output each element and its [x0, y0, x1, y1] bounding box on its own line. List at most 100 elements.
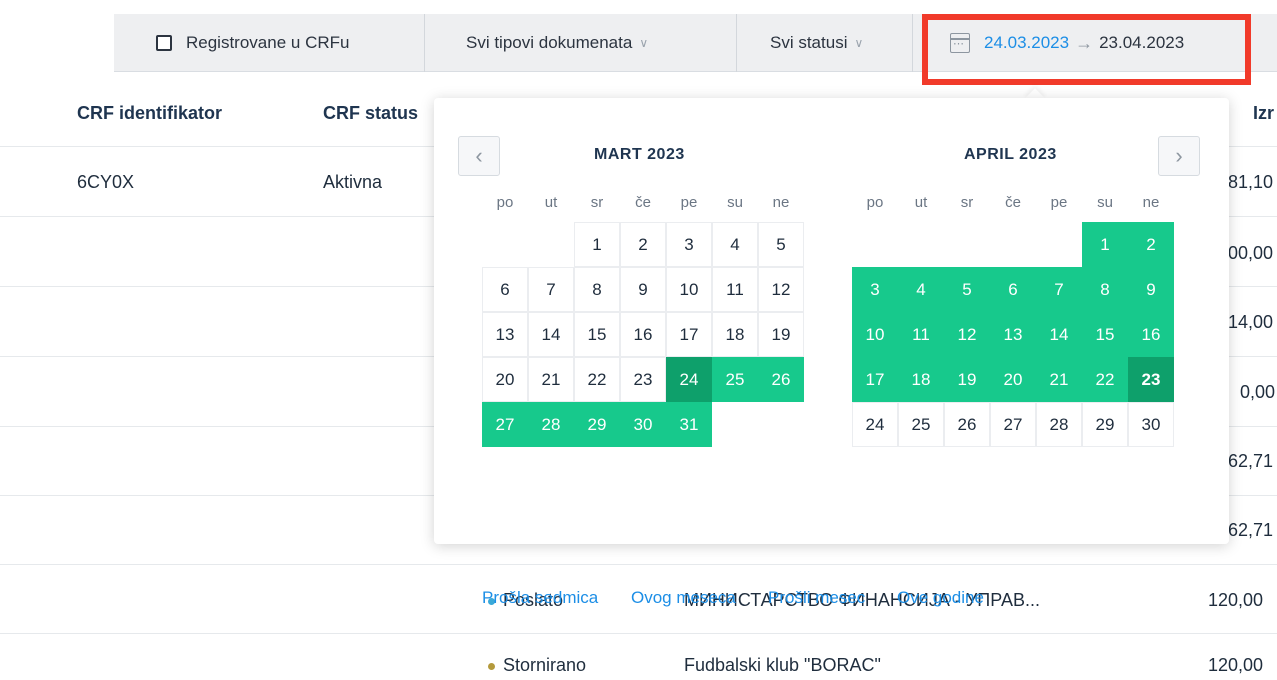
calendar-day[interactable]: 13	[482, 312, 528, 357]
registered-filter[interactable]: Registrovane u CRFu	[156, 14, 349, 72]
calendar-day[interactable]: 11	[712, 267, 758, 312]
calendar-day[interactable]: 18	[898, 357, 944, 402]
calendar-day[interactable]: 30	[620, 402, 666, 447]
status-dot-icon	[488, 662, 495, 670]
calendar-day[interactable]: 5	[944, 267, 990, 312]
calendar-day[interactable]: 4	[898, 267, 944, 312]
calendar-day[interactable]: 24	[852, 402, 898, 447]
date-range-picker[interactable]: 24.03.2023 → 23.04.2023	[950, 14, 1184, 72]
calendar-day[interactable]: 22	[1082, 357, 1128, 402]
quick-this-month[interactable]: Ovog meseca	[631, 588, 736, 608]
calendar-day[interactable]: 18	[712, 312, 758, 357]
calendar-day[interactable]: 27	[990, 402, 1036, 447]
calendar-day[interactable]: 7	[528, 267, 574, 312]
partner-cell: Fudbalski klub "BORAC"	[684, 655, 881, 675]
weekday-label: ne	[1142, 194, 1160, 211]
calendar-day[interactable]: 1	[574, 222, 620, 267]
weekday-label: pe	[1050, 194, 1068, 211]
calendar-day[interactable]: 1	[1082, 222, 1128, 267]
chevron-right-icon: ›	[1175, 143, 1183, 168]
calendar-day[interactable]: 10	[666, 267, 712, 312]
calendar-day[interactable]: 15	[574, 312, 620, 357]
calendar-day[interactable]: 19	[944, 357, 990, 402]
amount-cell: 62,71	[1228, 451, 1274, 471]
calendar-day[interactable]: 5	[758, 222, 804, 267]
calendar-day[interactable]: 6	[990, 267, 1036, 312]
chevron-left-icon: ‹	[475, 143, 483, 168]
calendar-day[interactable]: 10	[852, 312, 898, 357]
calendar-day[interactable]: 13	[990, 312, 1036, 357]
calendar-day[interactable]: 6	[482, 267, 528, 312]
quick-last-week[interactable]: Prošla sedmica	[482, 588, 598, 608]
calendar-day[interactable]: 22	[574, 357, 620, 402]
calendar-day[interactable]: 16	[1128, 312, 1174, 357]
calendar-day[interactable]: 11	[898, 312, 944, 357]
weekday-label: če	[1005, 194, 1021, 211]
calendar-day[interactable]: 17	[666, 312, 712, 357]
calendar-day[interactable]: 4	[712, 222, 758, 267]
calendar-day[interactable]: 30	[1128, 402, 1174, 447]
calendar-day[interactable]: 17	[852, 357, 898, 402]
calendar-day[interactable]: 29	[1082, 402, 1128, 447]
calendar-day[interactable]: 3	[666, 222, 712, 267]
doc-type-dropdown[interactable]: Svi tipovi dokumenata ∨	[466, 14, 648, 72]
calendar-day[interactable]: 8	[1082, 267, 1128, 312]
divider	[424, 14, 425, 72]
calendar-day[interactable]: 19	[758, 312, 804, 357]
calendar-day[interactable]: 16	[620, 312, 666, 357]
divider	[912, 14, 913, 72]
calendar-day[interactable]: 28	[528, 402, 574, 447]
calendar-day[interactable]: 25	[712, 357, 758, 402]
calendar-day[interactable]: 2	[1128, 222, 1174, 267]
row-divider	[0, 564, 1277, 565]
calendar-day[interactable]: 2	[620, 222, 666, 267]
quick-this-year[interactable]: Ove godine	[897, 588, 984, 608]
registered-checkbox[interactable]	[156, 35, 172, 51]
calendar-day[interactable]: 3	[852, 267, 898, 312]
amount-cell: 81,10	[1228, 172, 1274, 192]
date-from[interactable]: 24.03.2023	[984, 33, 1069, 53]
calendar-day[interactable]: 26	[758, 357, 804, 402]
column-header-crf-status[interactable]: CRF status	[323, 103, 418, 124]
calendar-day[interactable]: 21	[528, 357, 574, 402]
calendar-day[interactable]: 8	[574, 267, 620, 312]
column-header-crf-id[interactable]: CRF identifikator	[77, 103, 222, 124]
calendar-day[interactable]: 31	[666, 402, 712, 447]
calendar-day[interactable]: 14	[1036, 312, 1082, 357]
status-cell: Stornirano	[488, 655, 586, 676]
chevron-down-icon: ∨	[854, 36, 864, 50]
next-month-button[interactable]: ›	[1158, 136, 1200, 176]
calendar-day[interactable]: 24	[666, 357, 712, 402]
calendar-day[interactable]: 21	[1036, 357, 1082, 402]
calendar-day[interactable]: 28	[1036, 402, 1082, 447]
calendar-day[interactable]: 20	[990, 357, 1036, 402]
calendar-day[interactable]: 25	[898, 402, 944, 447]
calendar-day[interactable]: 23	[620, 357, 666, 402]
calendar-day[interactable]: 29	[574, 402, 620, 447]
calendar-day[interactable]: 27	[482, 402, 528, 447]
calendar-day[interactable]: 20	[482, 357, 528, 402]
calendar-day[interactable]: 12	[944, 312, 990, 357]
calendar-day[interactable]: 9	[1128, 267, 1174, 312]
weekday-label: po	[866, 194, 884, 211]
right-month-title: APRIL 2023	[964, 146, 1057, 163]
column-header-amount[interactable]: Izr	[1253, 103, 1274, 124]
calendar-day[interactable]: 12	[758, 267, 804, 312]
amount-cell: 62,71	[1228, 520, 1274, 540]
date-to[interactable]: 23.04.2023	[1099, 33, 1184, 53]
weekday-label: pe	[680, 194, 698, 211]
calendar-day[interactable]: 15	[1082, 312, 1128, 357]
prev-month-button[interactable]: ‹	[458, 136, 500, 176]
doc-type-label: Svi tipovi dokumenata	[466, 33, 633, 52]
quick-last-month[interactable]: Prošli mesec	[768, 588, 865, 608]
filter-bar: Registrovane u CRFu Svi tipovi dokumenat…	[114, 14, 1277, 72]
calendar-day[interactable]: 7	[1036, 267, 1082, 312]
arrow-right-icon: →	[1075, 32, 1094, 53]
status-dropdown[interactable]: Svi statusi ∨	[770, 14, 863, 72]
amount-cell: 0,00	[1240, 382, 1276, 402]
calendar-day[interactable]: 26	[944, 402, 990, 447]
status-label: Svi statusi	[770, 33, 848, 52]
calendar-day[interactable]: 23	[1128, 357, 1174, 402]
calendar-day[interactable]: 9	[620, 267, 666, 312]
calendar-day[interactable]: 14	[528, 312, 574, 357]
